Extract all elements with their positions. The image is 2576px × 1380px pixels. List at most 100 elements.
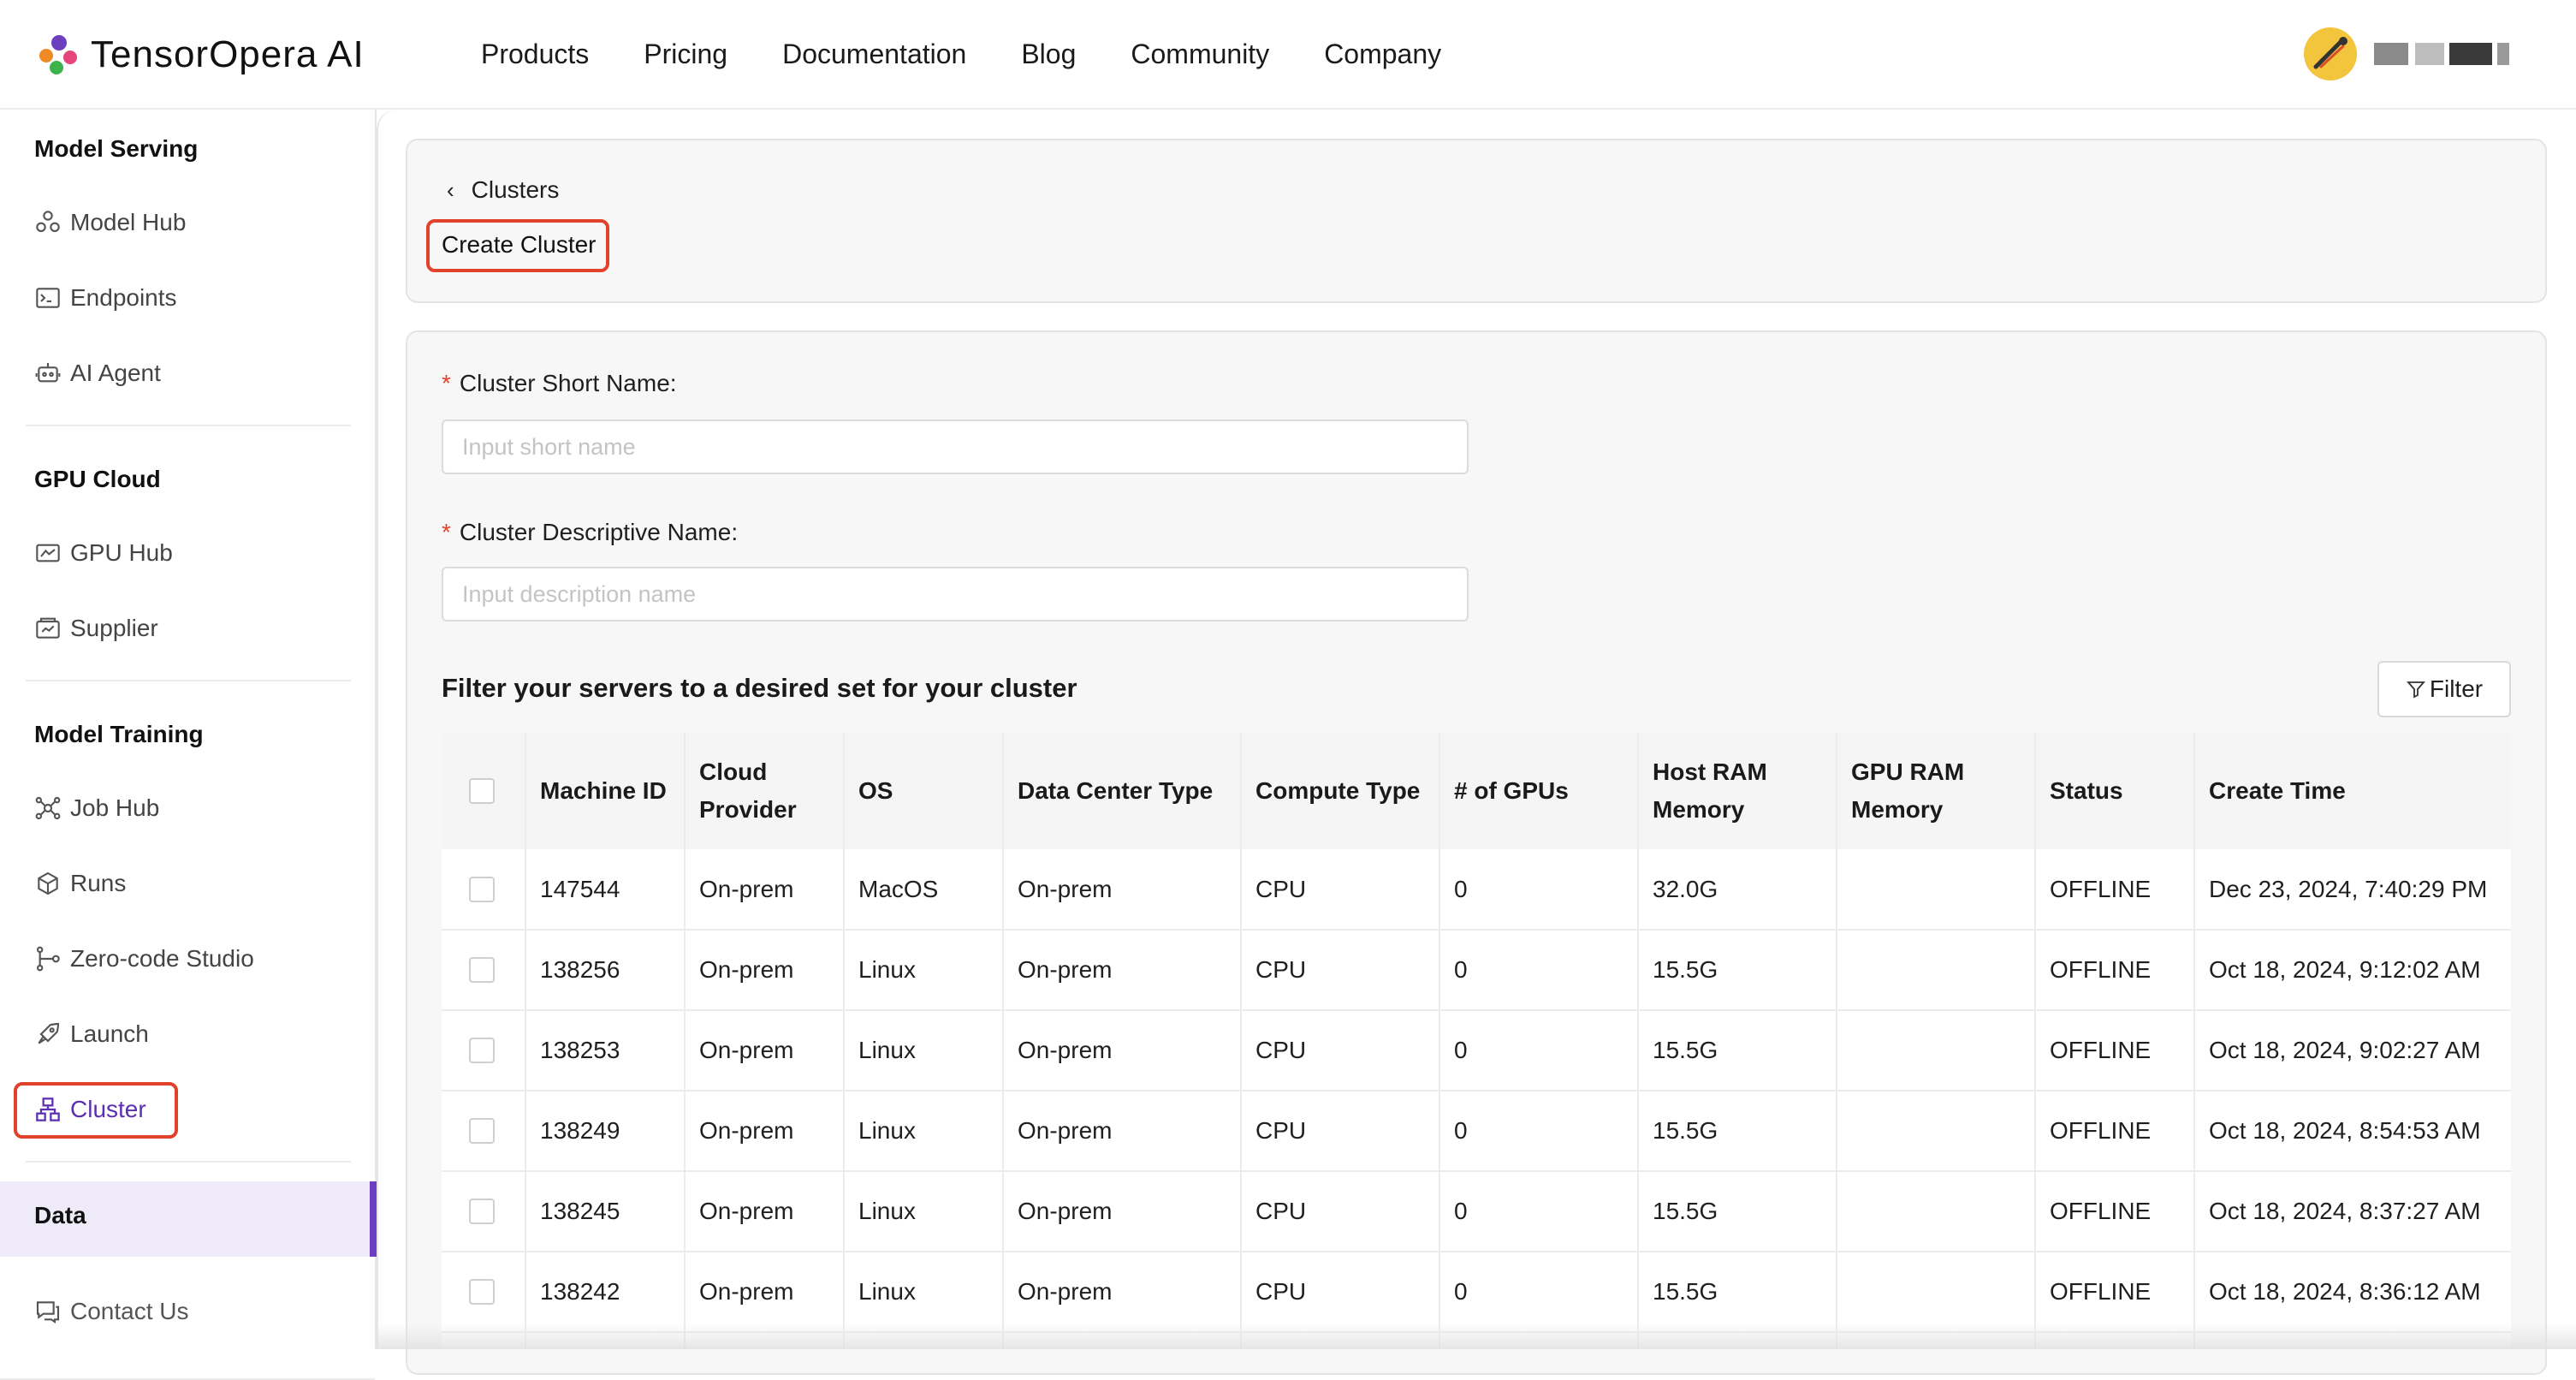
column-header[interactable]: Cloud Provider <box>685 733 845 849</box>
row-select-cell <box>442 1091 526 1172</box>
nav-documentation[interactable]: Documentation <box>782 34 966 74</box>
column-header[interactable]: Create Time <box>2194 733 2511 849</box>
cell-compute-type: CPU <box>1241 1252 1440 1333</box>
user-menu[interactable] <box>2304 27 2520 80</box>
column-header[interactable]: OS <box>844 733 1004 849</box>
cell-os: Linux <box>844 1252 1004 1333</box>
sidebar-item-launch[interactable]: Launch <box>34 1010 149 1058</box>
cell-gpu-count: 0 <box>1439 1091 1639 1172</box>
sidebar-item-label: AI Agent <box>70 360 161 386</box>
cell-gpu-count: 0 <box>1439 1252 1639 1333</box>
sidebar-item-ai-agent[interactable]: AI Agent <box>34 349 161 397</box>
sidebar-item-supplier[interactable]: Supplier <box>34 604 158 652</box>
sidebar-item-endpoints[interactable]: Endpoints <box>34 274 177 322</box>
cell-data-center-type: On-prem <box>1003 1252 1242 1333</box>
cell-host-ram: 15.5G <box>1638 1252 1837 1333</box>
table-header-row: Machine ID Cloud Provider OS Data Center… <box>442 733 2511 849</box>
cell-data-center-type: On-prem <box>1003 1010 1242 1092</box>
nav-community[interactable]: Community <box>1131 34 1269 74</box>
cell-create-time: Oct 18, 2024, 8:54:53 AM <box>2194 1091 2511 1172</box>
cell-status: OFFLINE <box>2035 849 2195 931</box>
sidebar-active-indicator <box>370 1181 377 1257</box>
cell-gpu-ram <box>1837 1091 2036 1172</box>
cube-icon <box>38 871 58 895</box>
cell-host-ram: 15.5G <box>1638 1010 1837 1092</box>
row-checkbox[interactable] <box>469 1118 495 1144</box>
sidebar-item-runs[interactable]: Runs <box>34 860 126 907</box>
nav-products[interactable]: Products <box>481 34 589 74</box>
cell-data-center-type: On-prem <box>1003 930 1242 1011</box>
chat-icon <box>36 1301 60 1323</box>
cell-create-time: Oct 18, 2024, 8:36:12 AM <box>2194 1252 2511 1333</box>
breadcrumb[interactable]: ‹ Clusters <box>447 176 559 204</box>
column-header[interactable]: Machine ID <box>525 733 686 849</box>
column-header[interactable]: Data Center Type <box>1003 733 1242 849</box>
logo[interactable]: TensorOpera AI <box>38 29 365 80</box>
descriptive-name-input[interactable] <box>442 567 1469 622</box>
sidebar-divider <box>26 1161 351 1163</box>
column-header[interactable]: Host RAM Memory <box>1638 733 1837 849</box>
cell-status: OFFLINE <box>2035 930 2195 1011</box>
gpu-icon <box>36 544 60 562</box>
sidebar-item-label: Job Hub <box>70 794 160 821</box>
column-header[interactable]: # of GPUs <box>1439 733 1639 849</box>
sidebar: Model Serving Model Hub Endpoints AI Age… <box>0 110 377 1380</box>
cell-create-time: Oct 18, 2024, 8:37:27 AM <box>2194 1171 2511 1252</box>
model-hub-icon <box>36 211 60 233</box>
row-checkbox[interactable] <box>469 1199 495 1224</box>
filter-icon <box>2406 681 2425 699</box>
column-header[interactable]: Status <box>2035 733 2195 849</box>
descriptive-name-label: * Cluster Descriptive Name: <box>442 519 738 546</box>
row-checkbox[interactable] <box>469 876 495 902</box>
table-row[interactable]: 138242 On-prem Linux On-prem CPU 0 15.5G… <box>442 1252 2511 1333</box>
cell-status: OFFLINE <box>2035 1171 2195 1252</box>
sidebar-item-gpu-hub[interactable]: GPU Hub <box>34 529 173 577</box>
required-mark: * <box>442 370 451 396</box>
sidebar-item-job-hub[interactable]: Job Hub <box>34 784 159 832</box>
cell-status: OFFLINE <box>2035 1091 2195 1172</box>
table-row[interactable]: 138245 On-prem Linux On-prem CPU 0 15.5G… <box>442 1171 2511 1252</box>
column-header[interactable]: GPU RAM Memory <box>1837 733 2036 849</box>
table-row[interactable]: 147544 On-prem MacOS On-prem CPU 0 32.0G… <box>442 849 2511 931</box>
network-icon <box>35 796 61 820</box>
contact-us-link[interactable]: Contact Us <box>34 1288 189 1335</box>
cell-data-center-type: On-prem <box>1003 1171 1242 1252</box>
avatar-icon[interactable] <box>2304 27 2357 80</box>
select-all-checkbox[interactable] <box>469 778 495 804</box>
cell-machine-id: 138256 <box>525 930 686 1011</box>
top-navigation-bar: TensorOpera AI Products Pricing Document… <box>0 0 2576 110</box>
nav-company[interactable]: Company <box>1324 34 1441 74</box>
cell-compute-type: CPU <box>1241 1010 1440 1092</box>
table-row[interactable]: 138249 On-prem Linux On-prem CPU 0 15.5G… <box>442 1091 2511 1172</box>
cell-host-ram: 15.5G <box>1638 1171 1837 1252</box>
nav-pricing[interactable]: Pricing <box>644 34 727 74</box>
cell-os: Linux <box>844 930 1004 1011</box>
sidebar-cluster-highlight <box>14 1082 178 1139</box>
row-checkbox[interactable] <box>469 1279 495 1305</box>
cell-os: Linux <box>844 1010 1004 1092</box>
nav-blog[interactable]: Blog <box>1021 34 1076 74</box>
sidebar-section-gpu-cloud: GPU Cloud <box>34 466 161 492</box>
row-checkbox[interactable] <box>469 957 495 983</box>
short-name-input[interactable] <box>442 419 1469 474</box>
table-body: 147544 On-prem MacOS On-prem CPU 0 32.0G… <box>442 849 2511 1349</box>
sidebar-item-label: Runs <box>70 870 127 896</box>
contact-us-label: Contact Us <box>70 1298 189 1324</box>
table-row[interactable]: 138253 On-prem Linux On-prem CPU 0 15.5G… <box>442 1010 2511 1092</box>
filter-button[interactable]: Filter <box>2377 661 2511 717</box>
cell-os: Linux <box>844 1091 1004 1172</box>
cell-create-time: Oct 18, 2024, 9:02:27 AM <box>2194 1010 2511 1092</box>
sidebar-item-zero-code-studio[interactable]: Zero-code Studio <box>34 935 254 983</box>
cell-host-ram: 15.5G <box>1638 1091 1837 1172</box>
row-checkbox[interactable] <box>469 1038 495 1063</box>
sidebar-item-model-hub[interactable]: Model Hub <box>34 199 186 247</box>
cell-gpu-ram <box>1837 1171 2036 1252</box>
cell-create-time: Dec 23, 2024, 7:40:29 PM <box>2194 849 2511 931</box>
chevron-left-icon: ‹ <box>447 176 454 203</box>
table-row[interactable]: 138256 On-prem Linux On-prem CPU 0 15.5G… <box>442 930 2511 1011</box>
sidebar-item-label: GPU Hub <box>70 539 173 566</box>
sidebar-item-label: Launch <box>70 1020 149 1047</box>
row-select-cell <box>442 1010 526 1092</box>
column-header[interactable]: Compute Type <box>1241 733 1440 849</box>
sidebar-section-model-training: Model Training <box>34 721 204 747</box>
